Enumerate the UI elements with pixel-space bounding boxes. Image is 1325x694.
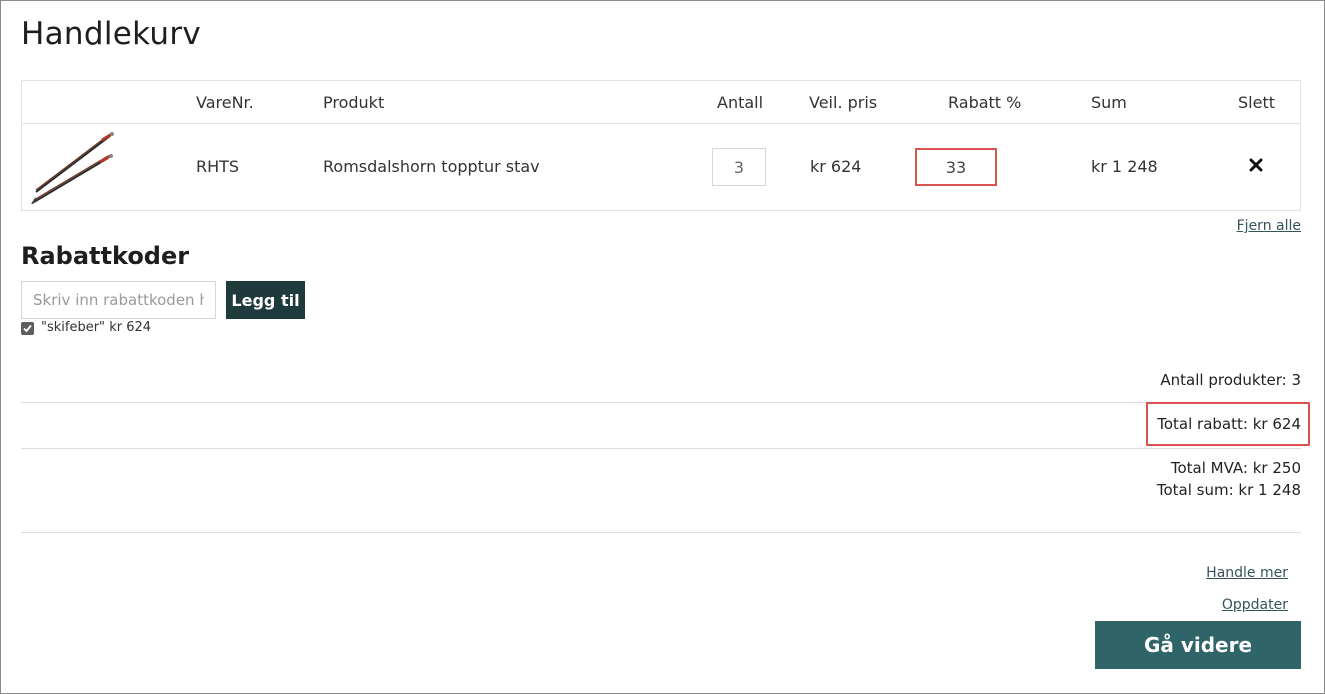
divider <box>21 532 1301 533</box>
applied-code: "skifeber" kr 624 <box>41 320 151 335</box>
divider <box>21 448 1301 449</box>
column-header-sku: VareNr. <box>196 93 254 112</box>
applied-code-checkbox[interactable] <box>21 322 34 335</box>
checkout-button[interactable]: Gå videre <box>1095 621 1301 669</box>
applied-code-amount: kr 624 <box>109 320 152 335</box>
item-product-name: Romsdalshorn topptur stav <box>323 157 540 176</box>
column-header-discount: Rabatt % <box>948 93 1022 112</box>
product-count-label: Antall produkter: <box>1160 371 1287 389</box>
cart-table: VareNr. Produkt Antall Veil. pris Rabatt… <box>21 80 1301 211</box>
quantity-input[interactable] <box>712 148 766 186</box>
total-vat-value: kr 250 <box>1252 459 1301 477</box>
item-sku: RHTS <box>196 157 240 176</box>
total-discount-line: Total rabatt: kr 624 <box>1157 415 1301 433</box>
update-cart-link[interactable]: Oppdater <box>1222 597 1288 613</box>
page-title: Handlekurv <box>21 16 202 52</box>
cart-row: RHTS Romsdalshorn topptur stav kr 624 kr… <box>22 124 1300 210</box>
cart-header-row: VareNr. Produkt Antall Veil. pris Rabatt… <box>22 81 1300 124</box>
remove-all-link[interactable]: Fjern alle <box>1237 218 1301 234</box>
ski-poles-image <box>31 132 114 204</box>
column-header-product: Produkt <box>323 93 385 112</box>
column-header-sum: Sum <box>1091 93 1127 112</box>
total-sum-line: Total sum: kr 1 248 <box>1157 481 1301 499</box>
product-count-value: 3 <box>1291 371 1301 389</box>
column-header-price: Veil. pris <box>809 93 878 112</box>
add-discount-code-button[interactable]: Legg til <box>226 281 305 319</box>
product-count-line: Antall produkter: 3 <box>1160 371 1301 389</box>
total-sum-label: Total sum: <box>1156 481 1234 499</box>
total-sum-value: kr 1 248 <box>1238 481 1301 499</box>
total-vat-label: Total MVA: <box>1170 459 1248 477</box>
discount-codes-title: Rabattkoder <box>21 242 190 270</box>
column-header-quantity: Antall <box>717 93 764 112</box>
discount-percent-input[interactable] <box>915 148 997 186</box>
item-price: kr 624 <box>810 157 862 176</box>
discount-code-input[interactable] <box>21 281 216 319</box>
column-header-delete: Slett <box>1238 93 1275 112</box>
item-sum: kr 1 248 <box>1091 157 1158 176</box>
total-discount-value: kr 624 <box>1252 415 1301 433</box>
total-vat-line: Total MVA: kr 250 <box>1171 459 1301 477</box>
close-icon[interactable] <box>1249 158 1263 172</box>
divider <box>21 402 1301 403</box>
total-discount-label: Total rabatt: <box>1157 415 1248 433</box>
applied-code-name: "skifeber" <box>41 320 106 335</box>
checkmark-icon <box>23 324 32 333</box>
continue-shopping-link[interactable]: Handle mer <box>1206 565 1288 581</box>
